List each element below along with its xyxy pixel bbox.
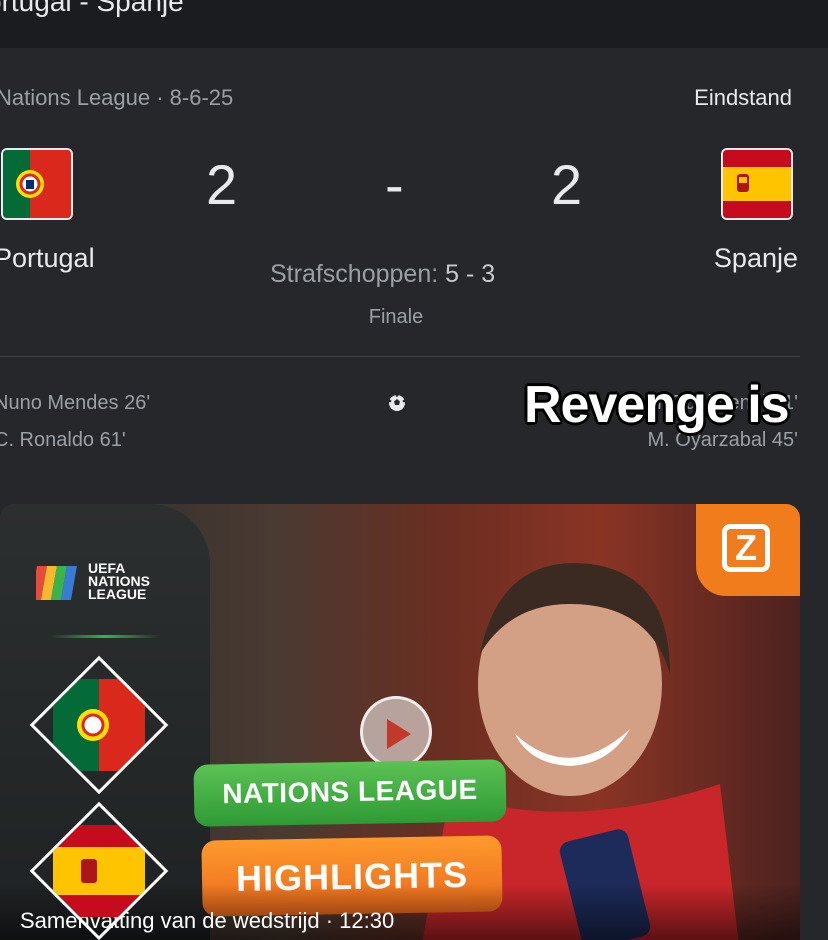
penalty-shootout: Strafschoppen: 5 - 3: [270, 260, 495, 289]
away-team-name[interactable]: Spanje: [714, 243, 798, 274]
play-button[interactable]: [360, 696, 432, 768]
home-team-name[interactable]: Portugal: [0, 243, 95, 274]
penalties-label: Strafschoppen:: [270, 260, 439, 288]
nations-league-tag-text: NATIONS LEAGUE: [222, 773, 478, 810]
ziggo-badge-text: Z: [722, 524, 770, 572]
penalties-score: 5 - 3: [445, 260, 496, 288]
match-meta: Nations League · 8-6-25: [0, 85, 234, 110]
nations-league-tag: NATIONS LEAGUE: [193, 759, 507, 827]
spain-flag-icon: [721, 148, 793, 220]
portugal-flag-icon: [1, 148, 73, 220]
score-separator: -: [385, 153, 404, 216]
home-scorer: C. Ronaldo 61': [0, 429, 126, 451]
away-score: 2: [551, 153, 583, 216]
top-bar: ortugal - Spanje: [0, 0, 828, 48]
ziggo-logo: Z: [696, 504, 800, 596]
uefa-logo-text: UEFA NATIONS LEAGUE: [88, 560, 150, 602]
page-title: ortugal - Spanje: [0, 0, 184, 17]
soccer-ball-icon: [388, 394, 406, 412]
home-score: 2: [206, 153, 238, 216]
play-icon: [387, 719, 411, 749]
overlay-caption: Revenge is: [524, 376, 790, 434]
match-round: Finale: [368, 306, 424, 328]
uefa-nations-league-logo: UEFA NATIONS LEAGUE: [36, 556, 156, 616]
home-scorer: Nuno Mendes 26': [0, 392, 151, 414]
match-status: Eindstand: [694, 85, 792, 110]
divider: [0, 356, 800, 357]
accent-line: [50, 635, 160, 638]
